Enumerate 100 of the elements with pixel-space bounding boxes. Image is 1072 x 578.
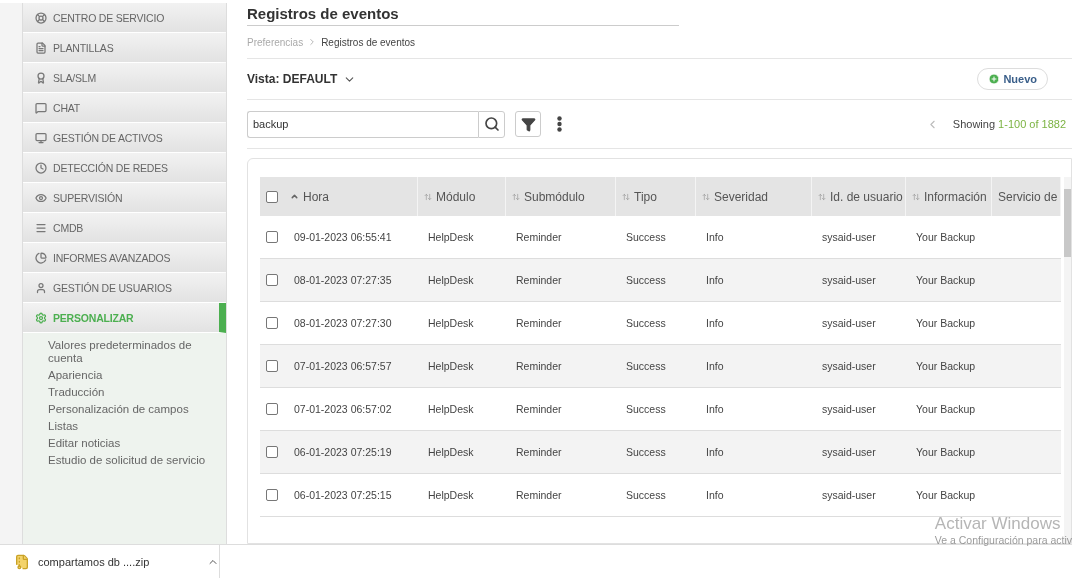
more-options-button[interactable] xyxy=(557,116,562,132)
row-checkbox[interactable] xyxy=(266,231,278,243)
monitor-icon xyxy=(35,131,47,144)
row-checkbox[interactable] xyxy=(266,446,278,458)
user-icon xyxy=(35,281,47,294)
sidebar-item[interactable]: CENTRO DE SERVICIO xyxy=(23,3,226,33)
breadcrumb-item[interactable]: Registros de eventos xyxy=(321,36,416,48)
column-header[interactable]: Submódulo xyxy=(506,177,616,216)
row-checkbox[interactable] xyxy=(266,489,278,501)
table-cell-text: Success xyxy=(625,488,667,503)
table-cell-text: 09-01-2023 06:55:41 xyxy=(293,230,393,245)
table-cell-text: Your Backup xyxy=(915,316,977,331)
table-cell-text: sysaid-user xyxy=(821,445,877,460)
sidebar-item[interactable]: GESTIÓN DE USUARIOS xyxy=(23,273,226,303)
table-cell-text: sysaid-user xyxy=(821,316,877,331)
search-button[interactable] xyxy=(478,110,505,138)
table-cell-text: Info xyxy=(705,273,725,288)
sort-icon xyxy=(818,192,826,201)
chat-icon xyxy=(35,101,47,114)
column-header[interactable]: Información xyxy=(906,177,992,216)
column-header[interactable]: Hora xyxy=(284,177,418,216)
table-cell-text: 07-01-2023 06:57:02 xyxy=(293,402,393,417)
table-cell-text: sysaid-user xyxy=(821,488,877,503)
table-cell-text: Reminder xyxy=(515,273,563,288)
table-cell-text: Success xyxy=(625,230,667,245)
sidebar-item[interactable]: SUPERVISIÓN xyxy=(23,183,226,213)
filter-button[interactable] xyxy=(515,111,541,137)
column-header[interactable]: Severidad xyxy=(696,177,812,216)
document-icon xyxy=(35,41,47,54)
activation-text: Ve a Configuración para activ xyxy=(934,534,1072,546)
table-cell-text: Your Backup xyxy=(915,273,977,288)
table-cell-text: 06-01-2023 07:25:15 xyxy=(293,488,393,503)
zip-file-icon xyxy=(14,553,30,570)
submenu-item[interactable]: Traducción xyxy=(48,384,226,401)
table-cell-text: HelpDesk xyxy=(427,316,475,331)
table-cell-text: Info xyxy=(705,316,725,331)
column-header[interactable]: Servicio de xyxy=(992,177,1061,216)
sort-ascending-icon xyxy=(290,192,299,201)
table-cell-text: HelpDesk xyxy=(427,273,475,288)
table-cell-text: Success xyxy=(625,359,667,374)
table-cell-text: Success xyxy=(625,273,667,288)
sidebar-item[interactable]: GESTIÓN DE ACTIVOS xyxy=(23,123,226,153)
scrollbar-thumb[interactable] xyxy=(1064,189,1071,257)
table-cell-text: Your Backup xyxy=(915,230,977,245)
table-cell-text: 07-01-2023 06:57:57 xyxy=(293,359,393,374)
table-cell-text: 08-01-2023 07:27:30 xyxy=(293,316,393,331)
sidebar-item[interactable]: INFORMES AVANZADOS xyxy=(23,243,226,273)
sort-icon xyxy=(702,192,710,201)
settings-icon xyxy=(35,311,47,324)
table-cell-text: Your Backup xyxy=(915,402,977,417)
row-checkbox[interactable] xyxy=(266,274,278,286)
table-cell-text: HelpDesk xyxy=(427,359,475,374)
table-cell-text: Reminder xyxy=(515,316,563,331)
table-cell-text: sysaid-user xyxy=(821,402,877,417)
sidebar-item[interactable]: PLANTILLAS xyxy=(23,33,226,63)
sidebar-item[interactable]: CHAT xyxy=(23,93,226,123)
table-row[interactable]: 07-01-2023 06:57:57 HelpDesk Reminder Success Info sysaid-user Your Backup xyxy=(260,345,1061,388)
table-cell-text: sysaid-user xyxy=(821,230,877,245)
select-all-checkbox[interactable] xyxy=(266,190,278,203)
column-header[interactable]: Tipo xyxy=(616,177,696,216)
submenu-item[interactable]: Personalización de campos xyxy=(48,401,226,418)
menu-icon xyxy=(35,221,47,234)
table-row[interactable]: 08-01-2023 07:27:35 HelpDesk Reminder Success Info sysaid-user Your Backup xyxy=(260,259,1061,302)
submenu-item[interactable]: Valores predeterminados de cuenta xyxy=(48,337,226,367)
row-checkbox[interactable] xyxy=(266,317,278,329)
table-cell-text: Reminder xyxy=(515,402,563,417)
sidebar-item[interactable]: DETECCIÓN DE REDES xyxy=(23,153,226,183)
table-cell-text: HelpDesk xyxy=(427,402,475,417)
submenu-item[interactable]: Apariencia xyxy=(48,367,226,384)
view-dropdown[interactable]: Vista: DEFAULT xyxy=(247,72,357,86)
row-checkbox[interactable] xyxy=(266,403,278,415)
table-cell-text: sysaid-user xyxy=(821,273,877,288)
table-cell-text: 06-01-2023 07:25:19 xyxy=(293,445,393,460)
table-row[interactable]: 06-01-2023 07:25:19 HelpDesk Reminder Success Info sysaid-user Your Backup xyxy=(260,431,1061,474)
table-cell-text: Success xyxy=(625,316,667,331)
pagination-text: Showing 1-100 of 1882 xyxy=(952,118,1066,130)
table-cell-text: Reminder xyxy=(515,488,563,503)
search-field[interactable]: backup xyxy=(247,110,478,138)
sidebar-item[interactable]: SLA/SLM xyxy=(23,63,226,93)
table-cell-text: Info xyxy=(705,230,725,245)
submenu-item[interactable]: Estudio de solicitud de servicio xyxy=(48,452,226,469)
sort-icon xyxy=(512,192,520,201)
table-cell-text: HelpDesk xyxy=(427,445,475,460)
sort-icon xyxy=(424,192,432,201)
submenu-item[interactable]: Listas xyxy=(48,418,226,435)
kebab-menu-icon xyxy=(557,116,562,132)
table-cell-text: Info xyxy=(705,359,725,374)
row-checkbox[interactable] xyxy=(266,360,278,372)
new-button[interactable]: Nuevo xyxy=(977,68,1048,90)
table-cell-text: Success xyxy=(625,402,667,417)
column-header[interactable]: Módulo xyxy=(418,177,506,216)
sidebar-item[interactable]: CMDB xyxy=(23,213,226,243)
pie-chart-icon xyxy=(35,251,47,264)
submenu-item[interactable]: Editar noticias xyxy=(48,435,226,452)
plus-icon xyxy=(988,73,1001,85)
table-cell-text: 08-01-2023 07:27:35 xyxy=(293,273,393,288)
eye-icon xyxy=(35,191,47,204)
table-cell-text: HelpDesk xyxy=(427,230,475,245)
download-item[interactable]: compartamos db ....zip xyxy=(6,545,220,578)
column-header[interactable]: Id. de usuario xyxy=(812,177,906,216)
